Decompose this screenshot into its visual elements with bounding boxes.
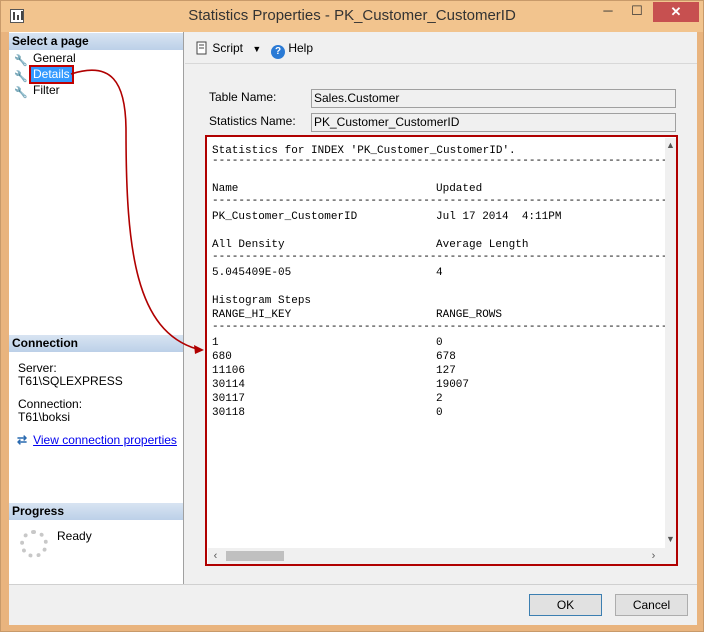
statistics-name-label: Statistics Name:	[209, 114, 296, 128]
wrench-icon: 🔧	[14, 71, 28, 83]
help-label: Help	[288, 41, 314, 55]
statistics-name-field[interactable]: PK_Customer_CustomerID	[311, 113, 676, 132]
histogram-row-rows: 19007	[436, 379, 470, 391]
horizontal-scrollbar[interactable]: ‹ ›	[208, 548, 676, 564]
script-label: Script	[212, 41, 244, 55]
progress-header: Progress	[9, 503, 183, 520]
statistics-properties-window: Statistics Properties - PK_Customer_Cust…	[0, 0, 704, 632]
statistics-details-content: Statistics for INDEX 'PK_Customer_Custom…	[208, 138, 665, 548]
col-range-hi-key-header: RANGE_HI_KEY	[212, 309, 292, 321]
scroll-down-icon[interactable]: ▼	[665, 534, 676, 544]
server-value: T61\SQLEXPRESS	[18, 374, 123, 388]
dialog-client-area: Select a page 🔧 General 🔧 Details 🔧 Filter …	[9, 32, 697, 625]
connection-header: Connection	[9, 335, 183, 352]
histogram-row-rows: 678	[436, 351, 456, 363]
divider: ----------------------------------------…	[212, 155, 665, 167]
histogram-title: Histogram Steps	[212, 295, 312, 307]
view-connection-link[interactable]: View connection properties	[33, 433, 177, 447]
chevron-down-icon[interactable]: ▼	[252, 44, 261, 54]
toolbar: Script ▼ ? Help	[185, 32, 697, 64]
connection-properties-icon: ⇄	[17, 433, 28, 447]
wrench-icon: 🔧	[14, 55, 28, 67]
col-name-header: Name	[212, 183, 239, 195]
histogram-row-rows: 0	[436, 337, 443, 349]
histogram-row-key: 30117	[212, 393, 246, 405]
wrench-icon: 🔧	[14, 87, 28, 99]
divider: ----------------------------------------…	[212, 195, 665, 207]
vertical-scrollbar[interactable]: ▲ ▼	[665, 138, 676, 548]
histogram-row-key: 680	[212, 351, 232, 363]
updated-value: Jul 17 2014 4:11PM	[436, 211, 562, 223]
horizontal-scroll-thumb[interactable]	[226, 551, 284, 561]
title-bar[interactable]: Statistics Properties - PK_Customer_Cust…	[1, 1, 703, 32]
page-item-label: Filter	[33, 83, 60, 97]
view-connection-properties[interactable]: ⇄ View connection properties	[17, 434, 177, 447]
table-name-label: Table Name:	[209, 90, 277, 104]
histogram-row-key: 30118	[212, 407, 246, 419]
histogram-row-key: 30114	[212, 379, 246, 391]
divider: ----------------------------------------…	[212, 251, 665, 263]
histogram-row-rows: 2	[436, 393, 443, 405]
statistics-details-textbox[interactable]: Statistics for INDEX 'PK_Customer_Custom…	[205, 135, 678, 566]
col-all-density-header: All Density	[212, 239, 285, 251]
scroll-right-icon[interactable]: ›	[648, 550, 659, 562]
page-item-general[interactable]: 🔧 General	[14, 51, 78, 67]
ok-button[interactable]: OK	[529, 594, 602, 616]
script-button[interactable]: Script ▼	[195, 41, 261, 56]
divider	[9, 584, 697, 585]
divider: ----------------------------------------…	[212, 321, 665, 333]
histogram-row-rows: 127	[436, 365, 456, 377]
page-item-label: General	[33, 51, 76, 65]
col-average-length-header: Average Length	[436, 239, 529, 251]
average-length-value: 4	[436, 267, 443, 279]
left-panel: Select a page 🔧 General 🔧 Details 🔧 Filter …	[9, 32, 184, 584]
select-page-header: Select a page	[9, 33, 183, 50]
cancel-button[interactable]: Cancel	[615, 594, 688, 616]
script-icon	[196, 41, 207, 55]
close-button[interactable]: ✕	[653, 2, 699, 22]
help-icon: ?	[271, 45, 285, 59]
connection-value: T61\boksi	[18, 410, 71, 424]
scroll-left-icon[interactable]: ‹	[210, 550, 221, 562]
progress-status: Ready	[57, 529, 92, 543]
progress-spinner-icon	[20, 530, 48, 558]
col-range-rows-header: RANGE_ROWS	[436, 309, 503, 321]
name-value: PK_Customer_CustomerID	[212, 211, 358, 223]
all-density-value: 5.045409E-05	[212, 267, 292, 279]
histogram-row-key: 1	[212, 337, 219, 349]
col-updated-header: Updated	[436, 183, 483, 195]
page-item-filter[interactable]: 🔧 Filter	[14, 83, 62, 99]
scroll-up-icon[interactable]: ▲	[665, 140, 676, 150]
minimize-button[interactable]: ─	[595, 2, 621, 22]
page-item-details[interactable]: 🔧 Details	[14, 65, 74, 84]
maximize-button[interactable]: ☐	[624, 2, 650, 22]
page-item-label: Details	[29, 65, 74, 84]
histogram-row-rows: 0	[436, 407, 443, 419]
table-name-field[interactable]: Sales.Customer	[311, 89, 676, 108]
help-button[interactable]: ? Help	[271, 41, 313, 59]
histogram-row-key: 11106	[212, 365, 246, 377]
